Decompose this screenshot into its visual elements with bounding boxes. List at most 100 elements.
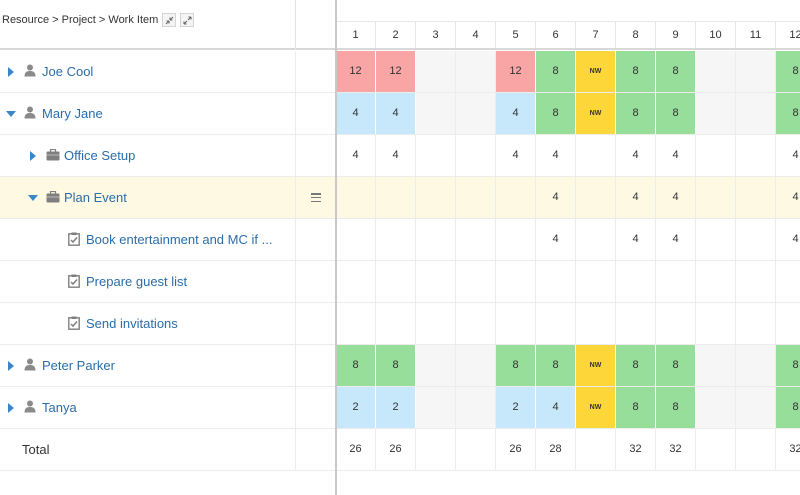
allocation-cell[interactable] (416, 219, 456, 260)
row-label-link[interactable]: Mary Jane (42, 106, 103, 121)
allocation-cell[interactable] (736, 345, 776, 386)
allocation-cell[interactable] (696, 51, 736, 92)
expand-caret-icon[interactable] (8, 403, 14, 413)
allocation-cell[interactable] (576, 261, 616, 302)
tree-row[interactable]: Office Setup (0, 135, 336, 177)
tree-row[interactable]: Book entertainment and MC if ... (0, 219, 336, 261)
allocation-cell[interactable]: 12 (376, 51, 416, 92)
tree-row[interactable]: Send invitations (0, 303, 336, 345)
allocation-cell[interactable]: 12 (496, 51, 536, 92)
allocation-cell[interactable] (416, 387, 456, 428)
allocation-cell[interactable] (536, 261, 576, 302)
tree-row[interactable]: Total (0, 429, 336, 471)
allocation-cell[interactable] (376, 177, 416, 218)
allocation-cell[interactable]: 26 (376, 429, 416, 470)
allocation-cell[interactable]: 12 (336, 51, 376, 92)
allocation-cell[interactable]: 4 (376, 135, 416, 176)
collapse-all-button[interactable] (162, 13, 177, 27)
allocation-cell[interactable] (456, 177, 496, 218)
allocation-cell[interactable] (696, 135, 736, 176)
expand-caret-icon[interactable] (8, 361, 14, 371)
allocation-cell[interactable] (336, 219, 376, 260)
allocation-cell[interactable] (416, 345, 456, 386)
allocation-cell[interactable]: 2 (496, 387, 536, 428)
allocation-cell[interactable]: 8 (776, 387, 800, 428)
allocation-cell[interactable]: 8 (616, 93, 656, 134)
expand-all-button[interactable] (180, 13, 195, 27)
allocation-cell[interactable] (336, 177, 376, 218)
expand-caret-icon[interactable] (8, 67, 14, 77)
allocation-cell[interactable] (456, 219, 496, 260)
allocation-cell[interactable]: 32 (776, 429, 800, 470)
allocation-cell[interactable]: 4 (616, 135, 656, 176)
allocation-cell[interactable] (736, 303, 776, 344)
allocation-cell[interactable] (696, 345, 736, 386)
allocation-cell[interactable] (416, 261, 456, 302)
expand-caret-icon[interactable] (30, 151, 36, 161)
allocation-cell[interactable]: 4 (616, 219, 656, 260)
allocation-cell[interactable]: 8 (776, 51, 800, 92)
allocation-cell[interactable] (656, 303, 696, 344)
allocation-cell[interactable] (576, 303, 616, 344)
allocation-cell[interactable] (696, 303, 736, 344)
allocation-cell[interactable]: 4 (776, 219, 800, 260)
allocation-cell[interactable]: 4 (376, 93, 416, 134)
allocation-cell[interactable]: 4 (496, 93, 536, 134)
allocation-cell[interactable] (696, 93, 736, 134)
non-working-cell[interactable]: NW (576, 93, 616, 134)
allocation-cell[interactable]: 4 (336, 135, 376, 176)
row-label-link[interactable]: Book entertainment and MC if ... (86, 232, 272, 247)
allocation-cell[interactable]: 8 (776, 345, 800, 386)
row-label-link[interactable]: Joe Cool (42, 64, 93, 79)
allocation-cell[interactable]: 8 (536, 51, 576, 92)
allocation-cell[interactable]: 8 (656, 93, 696, 134)
allocation-cell[interactable]: 4 (536, 387, 576, 428)
allocation-cell[interactable] (576, 219, 616, 260)
allocation-cell[interactable] (456, 303, 496, 344)
allocation-cell[interactable]: 4 (336, 93, 376, 134)
allocation-cell[interactable] (576, 429, 616, 470)
allocation-cell[interactable] (496, 261, 536, 302)
allocation-cell[interactable] (736, 51, 776, 92)
allocation-cell[interactable] (736, 93, 776, 134)
tree-row[interactable]: Prepare guest list (0, 261, 336, 303)
allocation-cell[interactable] (496, 303, 536, 344)
allocation-cell[interactable] (576, 177, 616, 218)
row-label-link[interactable]: Tanya (42, 400, 77, 415)
allocation-cell[interactable]: 26 (336, 429, 376, 470)
allocation-cell[interactable] (416, 51, 456, 92)
allocation-cell[interactable]: 4 (536, 177, 576, 218)
non-working-cell[interactable]: NW (576, 51, 616, 92)
allocation-cell[interactable]: 4 (536, 219, 576, 260)
allocation-cell[interactable] (696, 261, 736, 302)
allocation-cell[interactable] (456, 261, 496, 302)
allocation-cell[interactable] (656, 261, 696, 302)
collapse-caret-icon[interactable] (28, 195, 38, 201)
row-label-link[interactable]: Plan Event (64, 190, 127, 205)
allocation-cell[interactable] (536, 303, 576, 344)
allocation-cell[interactable] (336, 303, 376, 344)
allocation-cell[interactable]: 4 (656, 177, 696, 218)
allocation-cell[interactable]: 32 (656, 429, 696, 470)
allocation-cell[interactable] (416, 93, 456, 134)
allocation-cell[interactable]: 8 (336, 345, 376, 386)
allocation-cell[interactable] (736, 177, 776, 218)
allocation-cell[interactable]: 8 (616, 51, 656, 92)
row-label-link[interactable]: Office Setup (64, 148, 135, 163)
allocation-cell[interactable]: 8 (776, 93, 800, 134)
allocation-cell[interactable]: 8 (496, 345, 536, 386)
row-label-link[interactable]: Peter Parker (42, 358, 115, 373)
allocation-cell[interactable] (616, 261, 656, 302)
allocation-cell[interactable] (416, 135, 456, 176)
allocation-cell[interactable] (336, 261, 376, 302)
allocation-cell[interactable]: 8 (616, 387, 656, 428)
tree-row[interactable]: Peter Parker (0, 345, 336, 387)
allocation-cell[interactable]: 4 (776, 177, 800, 218)
allocation-cell[interactable] (616, 303, 656, 344)
allocation-cell[interactable] (376, 261, 416, 302)
allocation-cell[interactable]: 8 (656, 387, 696, 428)
allocation-cell[interactable] (456, 429, 496, 470)
tree-row[interactable]: Joe Cool (0, 51, 336, 93)
allocation-cell[interactable]: 28 (536, 429, 576, 470)
allocation-cell[interactable]: 8 (656, 51, 696, 92)
